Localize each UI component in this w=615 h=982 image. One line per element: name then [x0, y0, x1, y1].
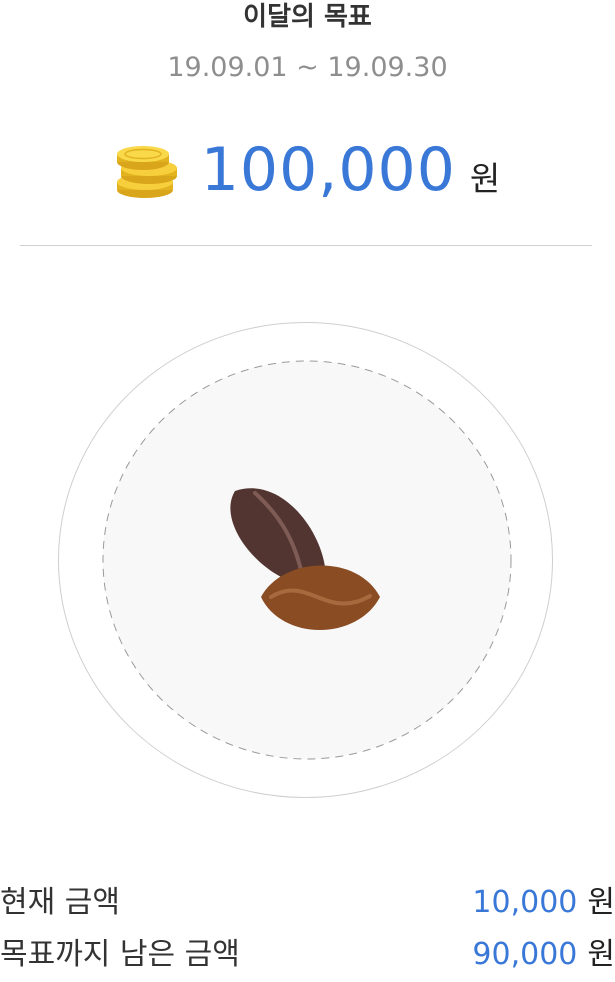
current-amount-row: 현재 금액 10,000 원 — [0, 880, 615, 926]
progress-circle — [57, 321, 554, 800]
goal-amount-row: 100,000 원 — [0, 130, 615, 210]
coin-stack-icon — [116, 146, 177, 198]
current-amount-label: 현재 금액 — [0, 885, 120, 920]
current-amount-value: 10,000 원 — [472, 880, 615, 930]
remaining-amount-row: 목표까지 남은 금액 90,000 원 — [0, 932, 615, 978]
current-amount-unit: 원 — [587, 885, 615, 920]
goal-amount-value: 100,000 — [200, 135, 456, 205]
remaining-amount-value: 90,000 원 — [472, 932, 615, 982]
goal-title: 이달의 목표 — [243, 2, 372, 32]
goal-amount-unit: 원 — [469, 159, 501, 198]
remaining-amount-label: 목표까지 남은 금액 — [0, 937, 240, 972]
goal-period: 19.09.01 ~ 19.09.30 — [167, 52, 448, 83]
current-amount-number: 10,000 — [472, 885, 578, 920]
divider — [20, 245, 592, 246]
remaining-amount-unit: 원 — [587, 937, 615, 972]
remaining-amount-number: 90,000 — [472, 937, 578, 972]
progress-circle-graphic — [58, 322, 553, 798]
